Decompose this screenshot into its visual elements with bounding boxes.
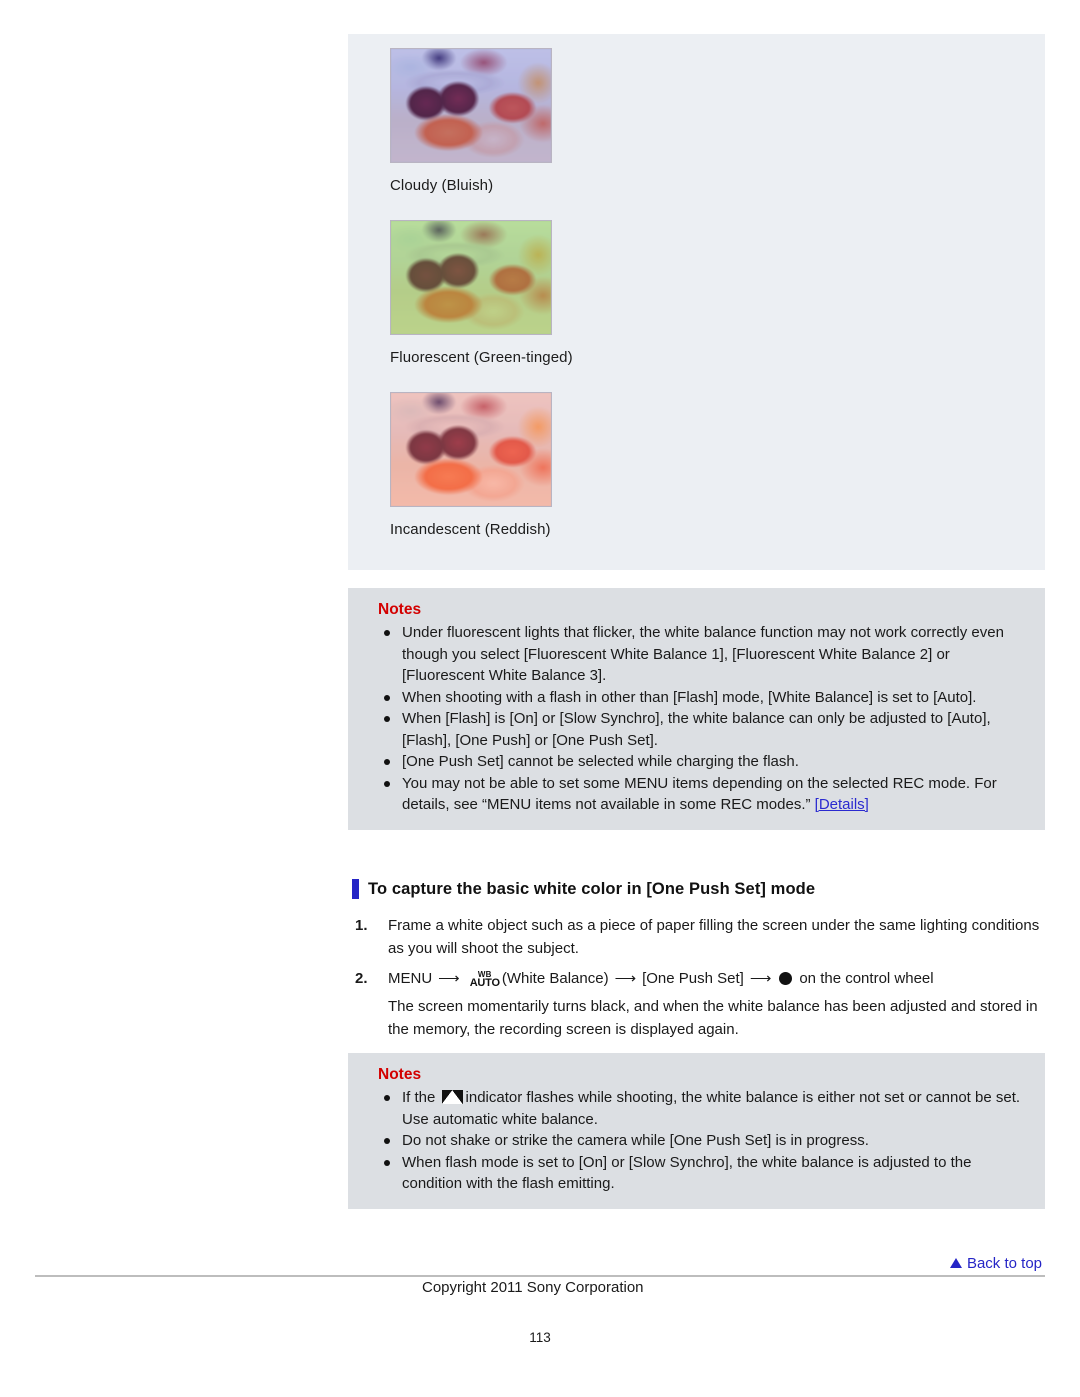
sample-incandescent: Incandescent (Reddish) — [390, 392, 552, 538]
arrow-right-icon: ⟶ — [614, 970, 637, 987]
note-text: [One Push Set] cannot be selected while … — [402, 753, 799, 770]
note-item: When flash mode is set to [On] or [Slow … — [378, 1152, 1029, 1195]
control-wheel-center-button-icon — [779, 972, 793, 985]
notes-panel-first: Notes Under fluorescent lights that flic… — [348, 588, 1045, 830]
incandescent-tint-overlay-2 — [391, 393, 551, 506]
sample-caption: Cloudy (Bluish) — [390, 177, 494, 194]
step-number: 2. — [355, 970, 368, 987]
section-heading: To capture the basic white color in [One… — [352, 879, 815, 899]
note-item: If the indicator flashes while shooting,… — [378, 1087, 1029, 1130]
notes-list-first: Under fluorescent lights that flicker, t… — [378, 622, 1029, 816]
menu-label: MENU — [388, 970, 433, 987]
back-to-top-link[interactable]: Back to top — [949, 1255, 1042, 1272]
note-text-prefix: If the — [402, 1089, 440, 1106]
thumbnail-cloudy — [390, 48, 552, 163]
wb-icon-bottom-label: AUTO — [469, 977, 500, 989]
sample-caption: Fluorescent (Green-tinged) — [390, 349, 573, 366]
procedure-steps: 1. Frame a white object such as a piece … — [355, 914, 1045, 1048]
white-balance-auto-icon: WB AUTO — [470, 971, 500, 989]
note-text: Under fluorescent lights that flicker, t… — [402, 624, 1004, 684]
step-number: 1. — [355, 917, 368, 934]
document-page: Cloudy (Bluish) Fluorescent (Green-tinge… — [0, 0, 1080, 1397]
note-text: When [Flash] is [On] or [Slow Synchro], … — [402, 710, 991, 749]
step-item-1: 1. Frame a white object such as a piece … — [355, 914, 1045, 960]
white-balance-label: (White Balance) — [501, 970, 609, 987]
step-detail-text: The screen momentarily turns black, and … — [388, 998, 1038, 1038]
note-item: [One Push Set] cannot be selected while … — [378, 751, 1029, 773]
sample-fluorescent: Fluorescent (Green-tinged) — [390, 220, 573, 366]
control-wheel-label: on the control wheel — [799, 970, 934, 987]
step-text: MENU ⟶ WB AUTO (White Balance) ⟶ [One Push Set… — [388, 967, 1045, 990]
one-push-set-indicator-icon — [441, 1090, 463, 1104]
fluorescent-tint-overlay-2 — [391, 221, 551, 334]
details-link[interactable]: [Details] — [815, 796, 869, 813]
thumbnail-fluorescent — [390, 220, 552, 335]
note-text: You may not be able to set some MENU ite… — [402, 774, 997, 814]
notes-panel-second: Notes If the indicator flashes while sho… — [348, 1053, 1045, 1209]
thumbnail-incandescent — [390, 392, 552, 507]
cloudy-tint-overlay-2 — [391, 49, 551, 162]
back-to-top-label: Back to top — [966, 1255, 1042, 1272]
white-balance-sample-panel: Cloudy (Bluish) Fluorescent (Green-tinge… — [348, 34, 1045, 570]
note-text: When shooting with a flash in other than… — [402, 688, 977, 706]
note-text: When flash mode is set to [On] or [Slow … — [402, 1153, 972, 1193]
step-item-2: 2. MENU ⟶ WB AUTO (White Balance) ⟶ [One Push … — [355, 967, 1045, 1041]
note-text: Do not shake or strike the camera while … — [402, 1132, 869, 1149]
page-title: To capture the basic white color in [One… — [368, 879, 816, 898]
triangle-up-icon — [949, 1258, 962, 1268]
copyright-text: Copyright 2011 Sony Corporation — [422, 1279, 644, 1296]
notes-title: Notes — [378, 1066, 422, 1083]
arrow-right-icon: ⟶ — [749, 970, 772, 987]
note-item: You may not be able to set some MENU ite… — [378, 773, 1029, 816]
notes-title: Notes — [378, 601, 422, 618]
note-item: When shooting with a flash in other than… — [378, 687, 1029, 709]
sample-caption: Incandescent (Reddish) — [390, 521, 551, 538]
footer-divider — [35, 1275, 1045, 1277]
note-item: Under fluorescent lights that flicker, t… — [378, 622, 1029, 687]
notes-list-second: If the indicator flashes while shooting,… — [378, 1087, 1029, 1195]
arrow-right-icon: ⟶ — [438, 970, 460, 987]
note-item: Do not shake or strike the camera while … — [378, 1130, 1029, 1152]
note-item: When [Flash] is [On] or [Slow Synchro], … — [378, 708, 1029, 751]
step-text: Frame a white object such as a piece of … — [388, 917, 1040, 957]
note-text-suffix: indicator flashes while shooting, the wh… — [402, 1089, 1021, 1128]
one-push-set-option: [One Push Set] — [642, 970, 744, 987]
heading-accent-bar — [352, 879, 359, 899]
sample-cloudy: Cloudy (Bluish) — [390, 48, 552, 194]
page-number: 113 — [529, 1330, 551, 1345]
